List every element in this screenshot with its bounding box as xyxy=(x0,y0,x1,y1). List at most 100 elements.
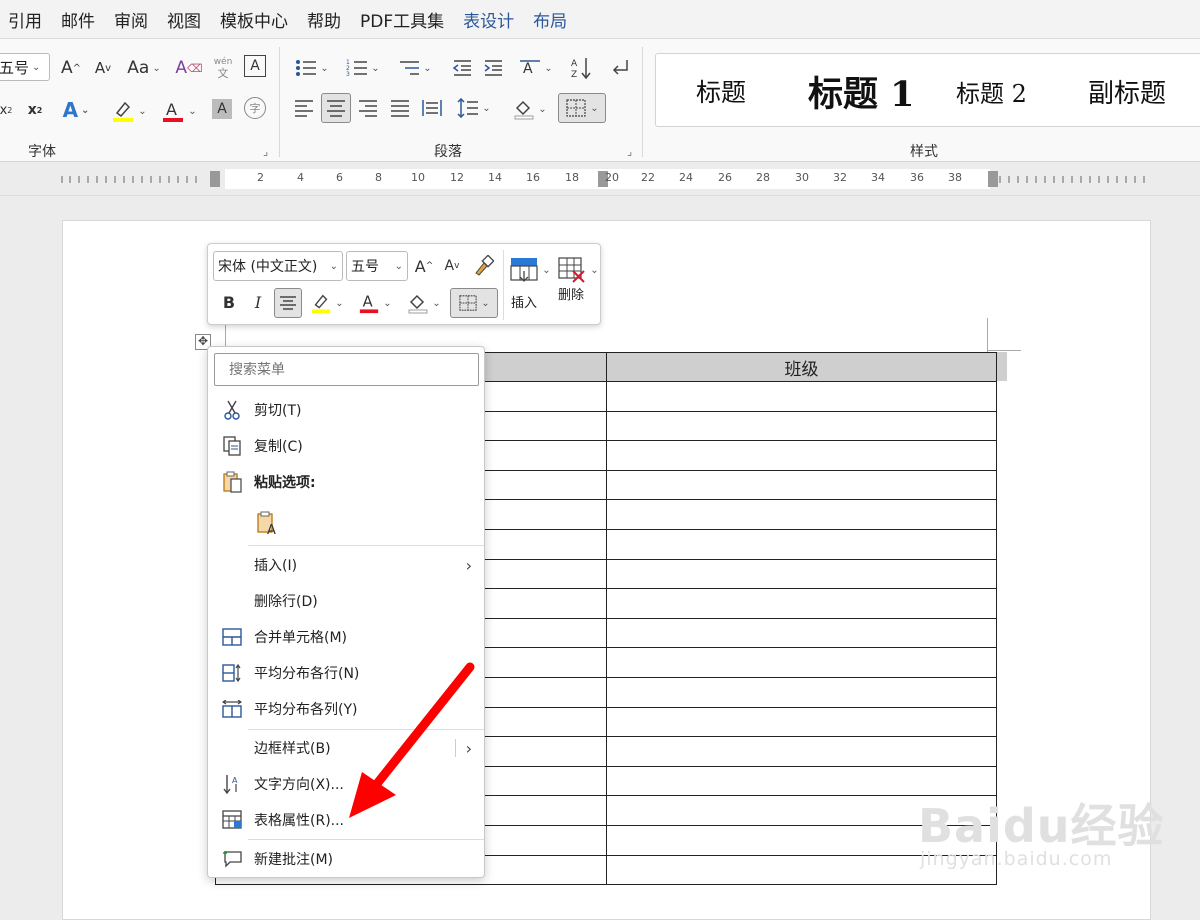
style-heading-1[interactable]: 标题 1 xyxy=(808,54,915,128)
show-marks-icon[interactable] xyxy=(606,55,634,81)
table-cell[interactable] xyxy=(606,736,997,767)
char-scaling-icon: A xyxy=(520,60,541,77)
table-cell[interactable] xyxy=(606,410,997,442)
chevron-down-icon: ⌄ xyxy=(329,260,338,272)
tab-table-design[interactable]: 表设计 xyxy=(463,7,514,32)
increase-indent-icon[interactable] xyxy=(481,55,505,81)
italic-button[interactable]: I xyxy=(248,289,268,315)
align-center-button[interactable] xyxy=(274,288,302,318)
grow-font-button[interactable]: A ^ xyxy=(412,253,436,279)
decrease-indent-icon[interactable] xyxy=(450,55,474,81)
paragraph-dialog-launcher-icon[interactable]: ⌟ xyxy=(627,145,632,158)
horizontal-ruler[interactable]: 2 4 6 8 10 12 14 16 18 20 22 24 26 28 30… xyxy=(0,163,1200,196)
table-cell[interactable] xyxy=(606,647,997,678)
shading-button[interactable]: ⌄ xyxy=(402,289,446,317)
shading-button[interactable]: ⌄ xyxy=(508,95,552,123)
table-cell[interactable] xyxy=(606,499,997,530)
borders-button[interactable]: ⌄ xyxy=(450,288,498,318)
menu-item-label: 表格属性(R)... xyxy=(254,813,345,829)
distribute-icon[interactable] xyxy=(420,95,444,121)
insert-table-button[interactable]: ⌄ xyxy=(508,250,552,290)
chevron-down-icon: ⌄ xyxy=(138,105,147,117)
style-subtitle[interactable]: 副标题 xyxy=(1088,54,1166,128)
menu-item-table-properties[interactable]: 表格属性(R)... xyxy=(208,803,484,837)
chevron-down-icon: ⌄ xyxy=(423,62,432,74)
style-heading[interactable]: 标题 xyxy=(696,54,746,128)
tab-references[interactable]: 引用 xyxy=(8,7,42,32)
font-dialog-launcher-icon[interactable]: ⌟ xyxy=(263,145,268,158)
tab-layout[interactable]: 布局 xyxy=(533,7,567,32)
bullets-button[interactable]: ⌄ xyxy=(292,55,332,81)
menu-item-merge-cells[interactable]: 合并单元格(M) xyxy=(208,620,484,654)
highlight-color-button[interactable]: ⌄ xyxy=(306,289,348,317)
table-cell[interactable] xyxy=(606,706,997,738)
menu-item-label: 平均分布各列(Y) xyxy=(254,702,358,718)
menu-separator xyxy=(248,729,484,730)
align-right-icon[interactable] xyxy=(356,95,380,121)
tab-template-center[interactable]: 模板中心 xyxy=(220,7,288,32)
font-size-combo[interactable]: 五号 ⌄ xyxy=(346,251,408,281)
table-cell[interactable] xyxy=(606,558,997,590)
change-case-button[interactable]: Aa ⌄ xyxy=(124,55,164,81)
tab-help[interactable]: 帮助 xyxy=(307,7,341,32)
table-cell[interactable] xyxy=(606,381,997,412)
highlight-color-button[interactable]: ⌄ xyxy=(108,97,150,125)
menu-item-new-comment[interactable]: 新建批注(M) xyxy=(208,842,484,876)
ruler-number: 36 xyxy=(910,171,924,184)
shrink-font-button[interactable]: Av xyxy=(440,253,464,279)
sort-icon[interactable]: AZ xyxy=(568,53,594,83)
menu-item-distribute-cols[interactable]: 平均分布各列(Y) xyxy=(208,692,484,726)
table-cell[interactable] xyxy=(606,617,997,649)
table-cell[interactable] xyxy=(606,588,997,619)
enclose-char-icon[interactable]: 字 xyxy=(244,97,266,119)
numbering-button[interactable]: 123 ⌄ xyxy=(342,55,384,81)
table-header-cell[interactable]: 班级 xyxy=(606,352,997,382)
paste-keep-text-icon[interactable]: A xyxy=(252,507,284,539)
char-border-button[interactable]: A xyxy=(244,55,266,77)
align-center-button[interactable] xyxy=(321,93,351,123)
menu-item-text-direction[interactable]: A 文字方向(X)... xyxy=(208,767,484,801)
menu-item-label: 删除行(D) xyxy=(254,594,318,610)
text-effect-icon[interactable]: A ⌄ xyxy=(56,97,96,123)
table-cell[interactable] xyxy=(606,469,997,501)
font-name-combo[interactable]: 宋体 (中文正文) ⌄ xyxy=(213,251,343,281)
table-cell[interactable] xyxy=(606,440,997,471)
tab-view[interactable]: 视图 xyxy=(167,7,201,32)
align-left-icon[interactable] xyxy=(292,95,316,121)
menu-item-copy[interactable]: 复制(C) xyxy=(208,429,484,463)
tab-mailings[interactable]: 邮件 xyxy=(61,7,95,32)
left-indent-marker[interactable] xyxy=(210,171,220,187)
tab-review[interactable]: 审阅 xyxy=(114,7,148,32)
menu-item-border-styles[interactable]: 边框样式(B) › xyxy=(208,731,484,765)
char-shading-icon[interactable]: A xyxy=(212,99,232,119)
table-cell[interactable] xyxy=(606,528,997,560)
menu-item-delete-row[interactable]: 删除行(D) xyxy=(208,584,484,618)
menu-search-input[interactable] xyxy=(214,353,479,386)
borders-button[interactable]: ⌄ xyxy=(558,93,606,123)
clear-format-icon[interactable]: A ⌫ xyxy=(175,55,202,81)
shrink-font-button[interactable]: Av xyxy=(90,55,116,81)
ruler-number: 18 xyxy=(565,171,579,184)
char-scaling-button[interactable]: A ⌄ xyxy=(514,55,558,81)
format-painter-icon[interactable] xyxy=(470,253,496,279)
chevron-down-icon: ⌄ xyxy=(383,297,392,309)
menu-item-label: 边框样式(B) xyxy=(254,741,331,757)
right-indent-marker[interactable] xyxy=(988,171,998,187)
style-heading-2[interactable]: 标题 2 xyxy=(956,54,1027,128)
font-size-combo[interactable]: 五号 ⌄ xyxy=(0,53,50,81)
bold-button[interactable]: B xyxy=(218,289,240,315)
font-color-button[interactable]: A ⌄ xyxy=(158,97,200,125)
superscript-icon[interactable]: x2 xyxy=(24,97,46,123)
table-cell[interactable] xyxy=(606,676,997,708)
tab-pdf-tools[interactable]: PDF工具集 xyxy=(360,7,444,32)
menu-item-insert[interactable]: 插入(I) › xyxy=(208,548,484,582)
menu-item-distribute-rows[interactable]: 平均分布各行(N) xyxy=(208,656,484,690)
multilevel-list-button[interactable]: ⌄ xyxy=(394,55,436,81)
justify-icon[interactable] xyxy=(388,95,412,121)
menu-item-cut[interactable]: 剪切(T) xyxy=(208,393,484,427)
line-spacing-button[interactable]: ⌄ xyxy=(452,95,496,121)
font-color-button[interactable]: A ⌄ xyxy=(354,289,396,317)
grow-font-button[interactable]: A ^ xyxy=(58,55,84,81)
subscript-icon[interactable]: x2 xyxy=(0,97,14,123)
phonetic-guide-button[interactable]: wén 文 xyxy=(210,53,236,83)
